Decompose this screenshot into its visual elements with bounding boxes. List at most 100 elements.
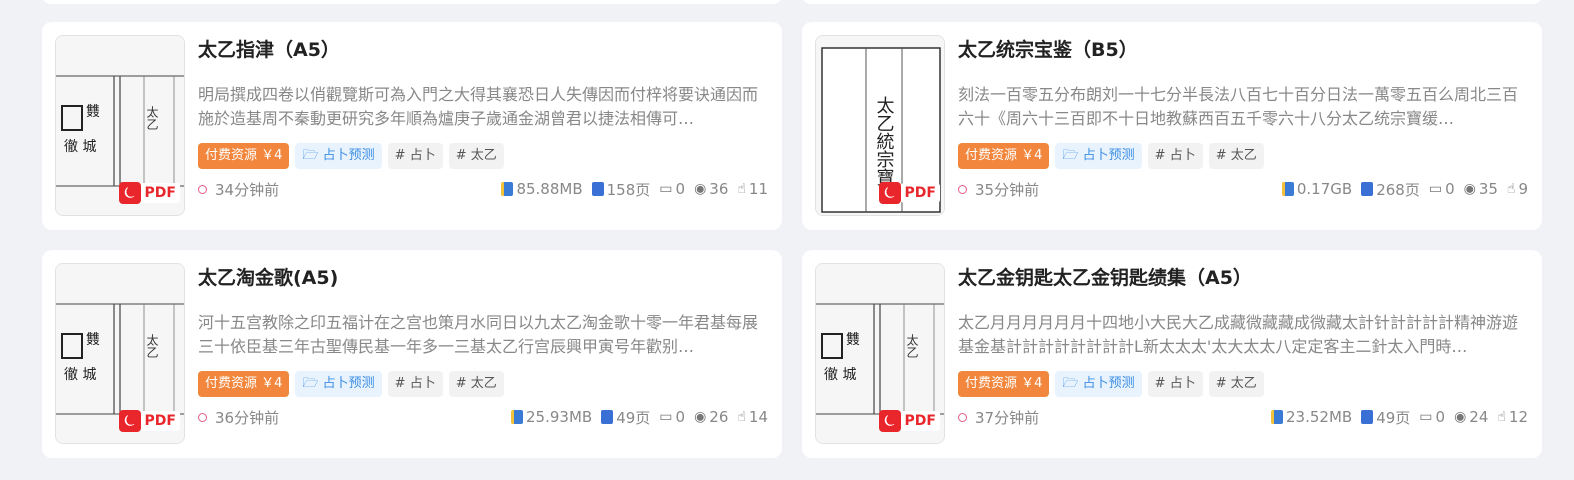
like-count[interactable]: ☝ 11 [737, 180, 768, 198]
pdf-badge: ⏾ PDF [878, 409, 940, 433]
resource-title[interactable]: 太乙指津（A5） [198, 37, 768, 63]
page-count-value: 158页 [606, 180, 651, 199]
file-size: 85.88MB [501, 180, 583, 198]
page-count: 158页 [591, 179, 651, 200]
publish-time-text: 35分钟前 [975, 180, 1040, 199]
resource-title[interactable]: 太乙统宗宝鉴（B5） [958, 37, 1528, 63]
svg-text:徹 城: 徹 城 [824, 367, 856, 383]
resource-thumbnail[interactable]: 䨇徹 城 太乙 ⏾ PDF [55, 263, 185, 444]
pdf-label: PDF [900, 183, 940, 203]
resource-title[interactable]: 太乙淘金歌(A5) [198, 265, 768, 291]
resource-card[interactable]: 䨇徹 城 太乙 ⏾ PDF 太乙金钥匙太乙金钥匙绩集（A5） 太乙月月月月月月十四… [802, 250, 1542, 458]
topic-tag[interactable]: # 占卜 [1147, 371, 1203, 397]
view-count-value: 24 [1469, 408, 1489, 426]
resource-thumbnail[interactable]: 太乙統宗寶 ⏾ PDF [815, 35, 945, 216]
resource-card[interactable]: 䨇徹 城 太乙 ⏾ PDF 太乙淘金歌(A5) 河十五宫教除之印五福计在之宫也策月… [42, 250, 782, 458]
resource-meta: 36分钟前 25.93MB 49页 ▭ 0 ◉ 26 ☝ 14 [198, 405, 768, 429]
thumbs-up-icon: ☝ [1506, 181, 1516, 197]
thumbs-up-icon: ☝ [1497, 409, 1506, 425]
topic-tag[interactable]: # 太乙 [448, 143, 504, 169]
topic-tag[interactable]: # 太乙 [448, 371, 504, 397]
publish-time: 34分钟前 [198, 179, 279, 200]
paid-resource-tag[interactable]: 付费资源 ￥4 [958, 371, 1050, 397]
file-size-icon [1271, 410, 1283, 424]
pages-icon [591, 182, 604, 196]
previous-card-edge [802, 0, 1542, 4]
resource-card[interactable]: 䨇徹 城 太乙 ⏾ PDF 太乙指津（A5） 明局撰成四卷以俏觀覽斯可為入門之大得… [42, 22, 782, 230]
resource-description: 太乙月月月月月月十四地小大民大乙成藏微藏藏成微藏太計针計計計計精神游遊基金基計計… [958, 313, 1519, 356]
clock-circle-icon [958, 412, 967, 422]
resource-title[interactable]: 太乙金钥匙太乙金钥匙绩集（A5） [958, 265, 1528, 291]
paid-resource-tag[interactable]: 付费资源 ￥4 [958, 143, 1050, 169]
comment-icon: ▭ [1428, 181, 1443, 197]
resource-info: 太乙指津（A5） 明局撰成四卷以俏觀覽斯可為入門之大得其襄恐日人失傳因而付梓将要… [198, 22, 768, 201]
file-size-icon [1281, 182, 1294, 196]
like-count-value: 14 [748, 408, 768, 426]
eye-icon: ◉ [694, 181, 707, 197]
like-count[interactable]: ☝ 14 [737, 408, 768, 426]
previous-card-edge [42, 0, 782, 4]
like-count[interactable]: ☝ 12 [1497, 408, 1528, 426]
pdf-icon: ⏾ [878, 182, 901, 204]
svg-text:䨇: 䨇 [846, 332, 860, 348]
tag-list: 付费资源 ￥4 🗁 占卜预测 # 占卜 # 太乙 [958, 143, 1528, 169]
topic-tag[interactable]: # 太乙 [1208, 371, 1264, 397]
category-tag[interactable]: 🗁 占卜预测 [295, 143, 382, 169]
comment-icon: ▭ [659, 181, 673, 197]
resource-thumbnail[interactable]: 䨇徹 城 太乙 ⏾ PDF [55, 35, 185, 216]
comment-count[interactable]: ▭ 0 [659, 408, 685, 426]
publish-time: 36分钟前 [198, 407, 279, 428]
like-count-value: 9 [1518, 180, 1528, 198]
resource-meta: 37分钟前 23.52MB 49页 ▭ 0 ◉ 24 ☝ 12 [958, 405, 1528, 429]
pdf-badge: ⏾ PDF [878, 181, 940, 205]
topic-tag[interactable]: # 占卜 [387, 143, 443, 169]
resource-card[interactable]: 太乙統宗寶 ⏾ PDF 太乙统宗宝鉴（B5） 刻法一百零五分布朗刘一十七分半長法… [802, 22, 1542, 230]
pdf-label: PDF [140, 411, 180, 431]
comment-count[interactable]: ▭ 0 [1419, 408, 1445, 426]
clock-circle-icon [958, 184, 967, 194]
category-tag[interactable]: 🗁 占卜预测 [295, 371, 382, 397]
paid-resource-tag[interactable]: 付费资源 ￥4 [198, 371, 290, 397]
resource-description: 刻法一百零五分布朗刘一十七分半長法八百七十百分日法一萬零五百么周北三百六十《周六… [958, 85, 1519, 128]
comment-count-value: 0 [675, 408, 686, 426]
file-size: 0.17GB [1281, 180, 1353, 198]
file-size-value: 85.88MB [516, 180, 583, 198]
file-size-value: 25.93MB [526, 408, 593, 426]
file-size-value: 0.17GB [1296, 180, 1353, 198]
file-size-icon [501, 182, 514, 196]
eye-icon: ◉ [1454, 409, 1467, 425]
resource-stats: 85.88MB 158页 ▭ 0 ◉ 36 ☝ 11 [501, 179, 768, 200]
resource-stats: 0.17GB 268页 ▭ 0 ◉ 35 ☝ 9 [1281, 179, 1528, 200]
like-count-value: 11 [748, 180, 768, 198]
publish-time: 35分钟前 [958, 179, 1039, 200]
topic-tag[interactable]: # 占卜 [387, 371, 443, 397]
paid-resource-tag[interactable]: 付费资源 ￥4 [198, 143, 290, 169]
view-count: ◉ 35 [1464, 180, 1498, 198]
view-count-value: 36 [709, 180, 729, 198]
pages-icon [1361, 410, 1374, 424]
comment-count-value: 0 [1435, 408, 1446, 426]
topic-tag[interactable]: # 占卜 [1147, 143, 1203, 169]
pdf-icon: ⏾ [878, 410, 901, 432]
resource-thumbnail[interactable]: 䨇徹 城 太乙 ⏾ PDF [815, 263, 945, 444]
category-tag[interactable]: 🗁 占卜预测 [1055, 143, 1142, 169]
like-count[interactable]: ☝ 9 [1507, 180, 1528, 198]
resource-stats: 23.52MB 49页 ▭ 0 ◉ 24 ☝ 12 [1271, 407, 1528, 428]
eye-icon: ◉ [694, 409, 707, 425]
svg-text:䨇: 䨇 [86, 332, 100, 348]
comment-count-value: 0 [1445, 180, 1455, 198]
file-size: 25.93MB [511, 408, 592, 426]
resource-description: 河十五宫教除之印五福计在之宫也策月水同日以九太乙淘金歌十零一年君基每展三十依臣基… [198, 313, 759, 356]
tag-list: 付费资源 ￥4 🗁 占卜预测 # 占卜 # 太乙 [958, 371, 1528, 397]
thumbs-up-icon: ☝ [737, 409, 746, 425]
publish-time: 37分钟前 [958, 407, 1039, 428]
view-count-value: 26 [709, 408, 729, 426]
pages-icon [1361, 182, 1374, 196]
comment-count[interactable]: ▭ 0 [659, 180, 685, 198]
clock-circle-icon [198, 184, 207, 194]
comment-count[interactable]: ▭ 0 [1429, 180, 1455, 198]
category-tag[interactable]: 🗁 占卜预测 [1055, 371, 1142, 397]
topic-tag[interactable]: # 太乙 [1208, 143, 1264, 169]
publish-time-text: 36分钟前 [215, 408, 280, 427]
pdf-label: PDF [140, 183, 180, 203]
